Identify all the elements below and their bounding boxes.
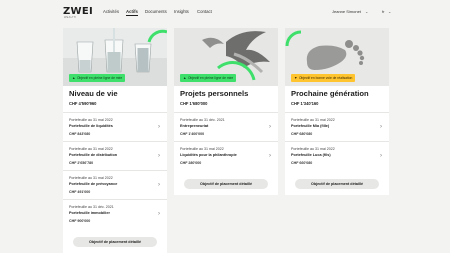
portfolio-date: Portefeuille au 31 mai 2022 [291,147,335,151]
chevron-right-icon[interactable]: › [158,153,160,159]
chevron-right-icon[interactable]: › [269,124,271,130]
chevron-right-icon[interactable]: › [158,182,160,188]
status-badge: ▼ Objectif en bonne voie de réalisation [291,74,356,82]
status-badge-label: Objectif en pleine ligne de mire [76,76,123,80]
goal-card-prochaine-generation: ▼ Objectif en bonne voie de réalisation P… [285,28,389,195]
portfolio-date: Portefeuille au 31 mai 2022 [69,118,113,122]
status-badge: ▲ Objectif en pleine ligne de mire [180,74,237,82]
nav-documents[interactable]: Documents [145,9,167,14]
arrow-down-icon: ▼ [294,76,298,80]
nav-actifs[interactable]: Actifs [126,9,138,16]
portfolio-amount: CHF 2'656'780 [69,161,94,165]
portfolio-name: Portefeuille de distribution [69,153,118,157]
nav-activites[interactable]: Activités [103,9,119,14]
portfolio-amount: CHF 843'080 [69,132,91,136]
detailed-goal-button[interactable]: Objectif de placement détaillé [295,179,379,189]
card-total: CHF 1'340'160 [291,101,319,106]
status-badge: ▲ Objectif en pleine ligne de mire [69,74,126,82]
portfolio-date: Portefeuille au 31 mai 2022 [291,118,335,122]
portfolio-date: Portefeuille au 31 déc. 2021 [180,118,225,122]
portfolio-row[interactable]: Portefeuille au 31 mai 2022 Liquidités p… [174,141,278,175]
portfolio-date: Portefeuille au 31 mai 2022 [69,147,113,151]
portfolio-date: Portefeuille au 31 mai 2022 [180,147,224,151]
card-title: Prochaine génération [291,89,369,98]
goal-card-niveau-de-vie: ▲ Objectif en pleine ligne de mire Niveau… [63,28,167,253]
portfolio-name: Liquidités pour la philanthropie [180,153,237,157]
arrow-up-icon: ▲ [183,76,187,80]
arrow-up-icon: ▲ [72,76,76,80]
user-menu[interactable]: Jeanne Simonet [332,9,361,14]
card-total: CHF 1'680'000 [180,101,208,106]
nav-insights[interactable]: Insights [174,9,189,14]
portfolio-name: Portefeuille de liquidités [69,124,113,128]
portfolio-name: Portefeuille immobilier [69,211,110,215]
portfolio-amount: CHF 900'000 [69,219,91,223]
chevron-right-icon[interactable]: › [380,124,382,130]
portfolio-date: Portefeuille au 31 déc. 2021 [69,205,114,209]
status-badge-label: Objectif en pleine ligne de mire [187,76,234,80]
portfolio-row[interactable]: Portefeuille au 31 mai 2022 Portefeuille… [285,141,389,175]
portfolio-amount: CHF 491'000 [69,190,91,194]
portfolio-amount: CHF 280'000 [180,161,202,165]
card-title: Niveau de vie [69,89,118,98]
portfolio-name: Portefeuille Mia (fille) [291,124,330,128]
portfolio-amount: CHF 680'080 [291,132,313,136]
portfolio-name: Entrepreneuriat [180,124,209,128]
portfolio-row[interactable]: Portefeuille au 31 déc. 2021 Portefeuill… [63,199,167,233]
status-badge-label: Objectif en bonne voie de réalisation [298,76,353,80]
chevron-down-icon[interactable]: ⌄ [388,9,391,14]
top-navigation-bar: ZWEI WEALTH Activités Actifs Documents I… [0,0,450,22]
portfolio-name: Portefeuille Luca (fils) [291,153,331,157]
language-selector[interactable]: fr [382,9,384,14]
chevron-down-icon[interactable]: ⌄ [365,9,368,14]
chevron-right-icon[interactable]: › [380,153,382,159]
chevron-right-icon[interactable]: › [158,211,160,217]
chevron-right-icon[interactable]: › [158,124,160,130]
chevron-right-icon[interactable]: › [269,153,271,159]
portfolio-amount: CHF 660'080 [291,161,313,165]
portfolio-date: Portefeuille au 31 mai 2022 [69,176,113,180]
portfolio-amount: CHF 1'400'000 [180,132,205,136]
card-title: Projets personnels [180,89,249,98]
portfolio-name: Portefeuille de prévoyance [69,182,118,186]
goal-card-projets-personnels: ▲ Objectif en pleine ligne de mire Projet… [174,28,278,195]
detailed-goal-button[interactable]: Objectif de placement détaillé [73,237,157,247]
detailed-goal-button[interactable]: Objectif de placement détaillé [184,179,268,189]
logo-subtitle: WEALTH [64,16,77,19]
nav-contact[interactable]: Contact [197,9,212,14]
card-total: CHF 4'590'960 [69,101,97,106]
